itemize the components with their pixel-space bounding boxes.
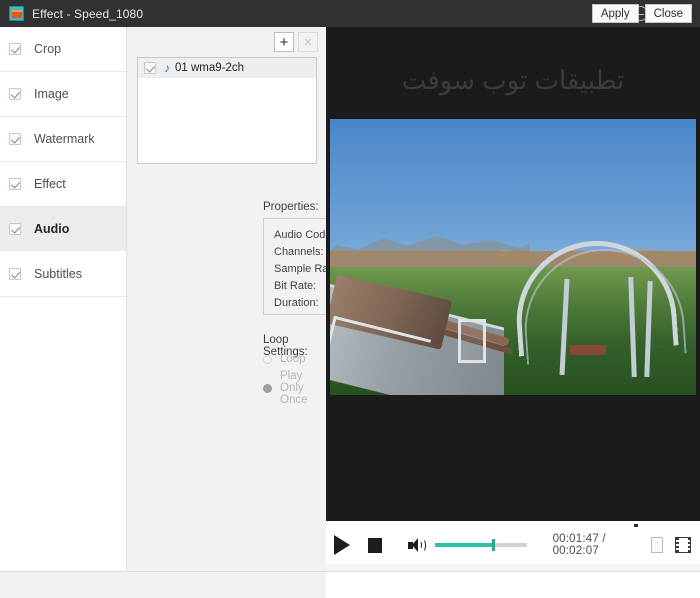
watermark-checkbox[interactable]: [9, 133, 21, 145]
play-icon[interactable]: [334, 535, 350, 555]
play-once-radio[interactable]: [263, 384, 272, 393]
effect-dialog-window: Effect - Speed_1080 Crop Image Watermark…: [0, 0, 700, 598]
play-once-radio-label: Play Only Once: [280, 370, 325, 406]
window-title: Effect - Speed_1080: [32, 7, 143, 21]
volume-handle[interactable]: [492, 539, 495, 551]
video-preview-panel[interactable]: تطبيقات توب سوفت: [326, 27, 700, 521]
sidebar: Crop Image Watermark Effect Audio Subtit…: [0, 27, 127, 571]
close-button[interactable]: Close: [645, 4, 692, 23]
image-checkbox[interactable]: [9, 88, 21, 100]
crop-checkbox[interactable]: [9, 43, 21, 55]
sidebar-item-label: Watermark: [34, 132, 95, 146]
app-icon: [9, 6, 24, 21]
sidebar-item-label: Crop: [34, 42, 61, 56]
player-controls: 00:01:47 / 00:02:07: [326, 527, 700, 563]
video-coaster-support-frame: [458, 319, 486, 363]
dialog-footer-buttons: Apply Close: [592, 4, 692, 23]
remove-track-button[interactable]: ×: [298, 32, 318, 52]
snapshot-icon[interactable]: [651, 537, 663, 553]
track-checkbox[interactable]: [144, 62, 156, 74]
stop-icon[interactable]: [368, 538, 382, 553]
sidebar-item-effect[interactable]: Effect: [0, 162, 126, 207]
audio-track-list[interactable]: ♪ 01 wma9-2ch: [137, 57, 317, 164]
loop-radio-option[interactable]: Loop: [263, 353, 306, 365]
sidebar-empty-area: [0, 297, 126, 571]
sidebar-item-label: Image: [34, 87, 69, 101]
effect-checkbox[interactable]: [9, 178, 21, 190]
video-frame: [330, 119, 696, 395]
add-track-button[interactable]: +: [274, 32, 294, 52]
subtitles-checkbox[interactable]: [9, 268, 21, 280]
sidebar-item-audio[interactable]: Audio: [0, 207, 126, 252]
sidebar-item-label: Audio: [34, 222, 69, 236]
track-label: 01 wma9-2ch: [175, 62, 244, 74]
sidebar-item-label: Subtitles: [34, 267, 82, 281]
play-once-radio-option[interactable]: Play Only Once: [263, 370, 325, 406]
time-display: 00:01:47 / 00:02:07: [553, 533, 651, 557]
music-note-icon: ♪: [164, 61, 170, 75]
sidebar-item-crop[interactable]: Crop: [0, 27, 126, 72]
loop-radio-label: Loop: [280, 353, 306, 365]
volume-icon[interactable]: [408, 537, 424, 553]
volume-slider[interactable]: [435, 537, 523, 553]
video-watermark-text: تطبيقات توب سوفت: [326, 65, 700, 96]
list-item[interactable]: ♪ 01 wma9-2ch: [138, 58, 316, 78]
sidebar-item-subtitles[interactable]: Subtitles: [0, 252, 126, 297]
audio-settings-panel: + × ♪ 01 wma9-2ch Properties: Audio Code…: [127, 27, 325, 571]
track-list-toolbar: + ×: [274, 32, 318, 52]
sidebar-item-image[interactable]: Image: [0, 72, 126, 117]
filmstrip-icon[interactable]: [675, 537, 691, 553]
dialog-footer-right-area: [326, 571, 700, 598]
sidebar-item-watermark[interactable]: Watermark: [0, 117, 126, 162]
apply-button[interactable]: Apply: [592, 4, 639, 23]
player-right-icons: [651, 537, 691, 553]
sidebar-item-label: Effect: [34, 177, 66, 191]
audio-checkbox[interactable]: [9, 223, 21, 235]
properties-caption: Properties:: [263, 201, 319, 213]
loop-radio[interactable]: [263, 355, 272, 364]
volume-fill: [435, 543, 492, 547]
